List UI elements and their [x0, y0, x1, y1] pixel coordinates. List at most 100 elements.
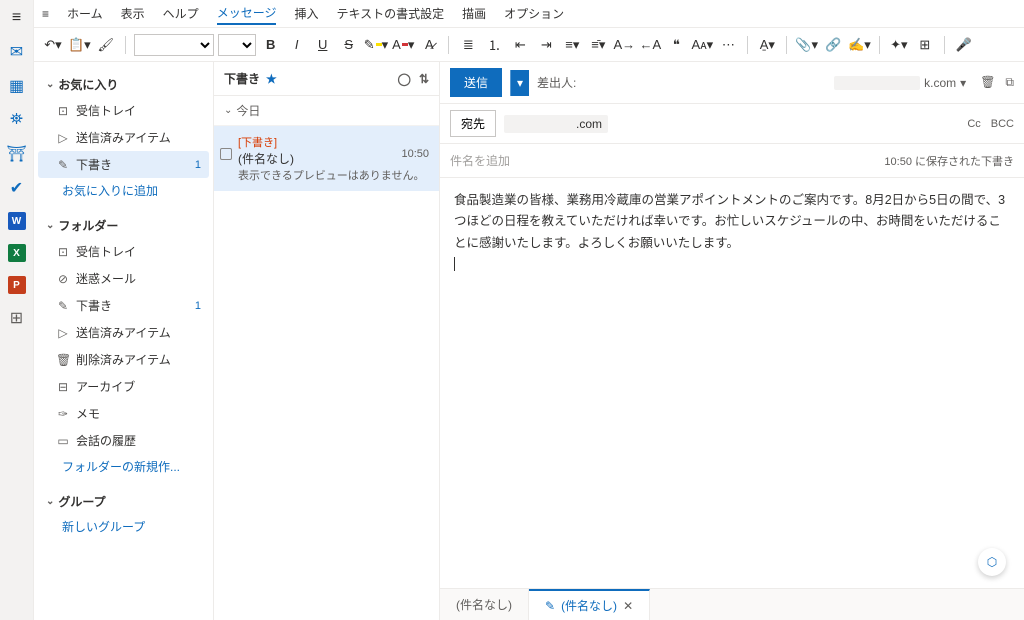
ltr-icon[interactable]: A→: [613, 33, 635, 57]
checkbox-icon[interactable]: [220, 148, 232, 160]
word-app-icon[interactable]: W: [8, 212, 26, 230]
line-spacing-icon[interactable]: ≡̄▾: [587, 33, 609, 57]
font-color-icon[interactable]: A▾: [392, 33, 414, 57]
todo-app-icon[interactable]: ✔: [7, 178, 27, 198]
filter-icon[interactable]: ⇅: [419, 72, 429, 86]
bullet-list-icon[interactable]: ≣: [457, 33, 479, 57]
nav-label: 削除済みアイテム: [76, 351, 171, 368]
hamburger-icon[interactable]: ≡: [7, 8, 27, 28]
styles-icon[interactable]: Aᴀ▾: [691, 33, 713, 57]
toolbar: ↶▾ 📋▾ 🖌 B I U S ✎▾ A▾ A̷ ≣ ⒈ ⇤ ⇥ ≡▾ ≡̄▾ …: [34, 28, 1024, 62]
draft-icon: ✎: [56, 158, 70, 172]
number-list-icon[interactable]: ⒈: [483, 33, 505, 57]
to-address-chip[interactable]: x.com: [504, 115, 608, 133]
link-icon[interactable]: 🔗: [822, 33, 844, 57]
discard-icon[interactable]: 🗑: [980, 75, 995, 90]
undo-icon[interactable]: ↶▾: [42, 33, 64, 57]
cc-button[interactable]: Cc: [967, 118, 980, 130]
to-button[interactable]: 宛先: [450, 110, 496, 137]
add-favorite-link[interactable]: お気に入りに追加: [38, 178, 209, 203]
select-all-icon[interactable]: ◯: [398, 72, 411, 86]
increase-indent-icon[interactable]: ⇥: [535, 33, 557, 57]
bold-icon[interactable]: B: [260, 33, 282, 57]
align-icon[interactable]: ≡▾: [561, 33, 583, 57]
menu-view[interactable]: 表示: [121, 3, 145, 24]
menu-home[interactable]: ホーム: [67, 3, 103, 24]
rtl-icon[interactable]: ←A: [639, 33, 661, 57]
nav-archive[interactable]: ⊟アーカイブ: [38, 373, 209, 400]
quote-icon[interactable]: ❝: [665, 33, 687, 57]
draft-tag: [下書き]: [238, 134, 429, 150]
apps-icon[interactable]: ⊞: [914, 33, 936, 57]
bcc-button[interactable]: BCC: [991, 118, 1014, 130]
nav-history[interactable]: ▭会話の履歴: [38, 427, 209, 454]
send-button[interactable]: 送信: [450, 68, 502, 97]
compose-body[interactable]: 食品製造業の皆様、業務用冷蔵庫の営業アポイントメントのご案内です。8月2日から5…: [440, 178, 1024, 588]
star-icon[interactable]: ★: [266, 72, 277, 86]
draft-icon: ✎: [56, 299, 70, 313]
more-apps-icon[interactable]: ⊞: [7, 308, 27, 328]
history-icon: ▭: [56, 434, 70, 448]
highlight-icon[interactable]: ✎▾: [364, 33, 388, 57]
new-group-link[interactable]: 新しいグループ: [38, 514, 209, 539]
nav-fav-sent[interactable]: ▷送信済みアイテム: [38, 124, 209, 151]
favorites-header[interactable]: お気に入り: [38, 72, 209, 97]
hamburger-menu-icon[interactable]: ≡: [42, 7, 49, 21]
copilot-fab-icon[interactable]: ⬡: [978, 548, 1006, 576]
nav-fav-inbox[interactable]: ⊡受信トレイ: [38, 97, 209, 124]
menu-insert[interactable]: 挿入: [294, 3, 318, 24]
groups-header[interactable]: グループ: [38, 489, 209, 514]
nav-deleted[interactable]: 🗑 削除済みアイテム: [38, 346, 209, 373]
list-item[interactable]: [下書き] (件名なし) 10:50 表示できるプレビューはありません。: [214, 126, 439, 191]
more-format-icon[interactable]: ⋯: [717, 33, 739, 57]
close-tab-icon[interactable]: ✕: [623, 599, 633, 613]
text-cursor: [454, 257, 455, 271]
groups-app-icon[interactable]: ⛩: [7, 144, 27, 164]
nav-junk[interactable]: ⊘迷惑メール: [38, 265, 209, 292]
signature-icon[interactable]: ✍▾: [848, 33, 871, 57]
tab-inactive[interactable]: (件名なし): [440, 589, 529, 620]
nav-fav-drafts[interactable]: ✎下書き1: [38, 151, 209, 178]
nav-sent[interactable]: ▷送信済みアイテム: [38, 319, 209, 346]
subject-input[interactable]: 件名を追加: [450, 152, 884, 169]
folder-nav: お気に入り ⊡受信トレイ ▷送信済みアイテム ✎下書き1 お気に入りに追加 フォ…: [34, 62, 214, 620]
people-app-icon[interactable]: ⛯: [7, 110, 27, 130]
dictate-icon[interactable]: 🎤: [953, 33, 975, 57]
attach-icon[interactable]: 📎▾: [795, 33, 818, 57]
nav-drafts[interactable]: ✎下書き1: [38, 292, 209, 319]
excel-app-icon[interactable]: X: [8, 244, 26, 262]
from-address[interactable]: xk.com ▾: [834, 76, 966, 90]
italic-icon[interactable]: I: [286, 33, 308, 57]
font-size-select[interactable]: [218, 34, 256, 56]
editor-icon[interactable]: A̱▾: [756, 33, 778, 57]
menu-help[interactable]: ヘルプ: [163, 3, 199, 24]
calendar-app-icon[interactable]: ▦: [7, 76, 27, 96]
format-painter-icon[interactable]: 🖌: [95, 33, 117, 57]
trash-icon: 🗑: [56, 353, 70, 367]
nav-label: 迷惑メール: [76, 270, 136, 287]
menu-format[interactable]: テキストの書式設定: [336, 3, 444, 24]
clear-format-icon[interactable]: A̷: [418, 33, 440, 57]
menu-message[interactable]: メッセージ: [217, 2, 277, 25]
inbox-icon: ⊡: [56, 245, 70, 259]
mail-app-icon[interactable]: ✉: [7, 42, 27, 62]
powerpoint-app-icon[interactable]: P: [8, 276, 26, 294]
popout-icon[interactable]: ⧉: [1005, 75, 1014, 90]
font-family-select[interactable]: [134, 34, 214, 56]
new-folder-link[interactable]: フォルダーの新規作...: [38, 454, 209, 479]
edit-icon: ✎: [545, 599, 555, 613]
menu-options[interactable]: オプション: [504, 3, 564, 24]
underline-icon[interactable]: U: [312, 33, 334, 57]
note-icon: ✑: [56, 407, 70, 421]
copilot-icon[interactable]: ✦▾: [888, 33, 910, 57]
send-split-icon[interactable]: ▾: [510, 70, 529, 96]
decrease-indent-icon[interactable]: ⇤: [509, 33, 531, 57]
paste-icon[interactable]: 📋▾: [68, 33, 91, 57]
strikethrough-icon[interactable]: S: [338, 33, 360, 57]
tab-active[interactable]: ✎(件名なし)✕: [529, 589, 650, 620]
nav-notes[interactable]: ✑メモ: [38, 400, 209, 427]
folders-header[interactable]: フォルダー: [38, 213, 209, 238]
list-group-today[interactable]: 今日: [214, 96, 439, 126]
nav-inbox[interactable]: ⊡受信トレイ: [38, 238, 209, 265]
menu-draw[interactable]: 描画: [462, 3, 486, 24]
